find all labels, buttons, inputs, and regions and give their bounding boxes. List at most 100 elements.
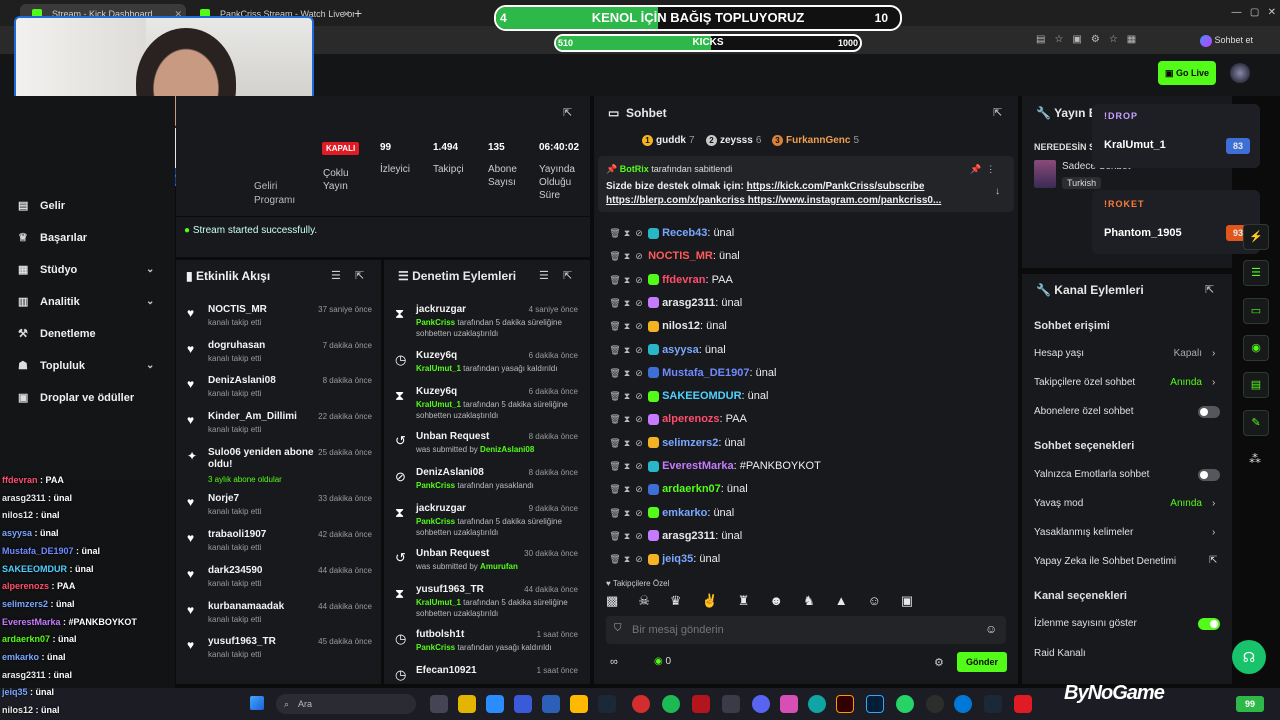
chat-username[interactable]: Mustafa_DE1907: [662, 367, 749, 379]
delete-icon[interactable]: 🗑: [609, 410, 621, 428]
gear-icon[interactable]: ⚙: [934, 656, 944, 669]
ban-icon[interactable]: ⊘: [633, 247, 645, 265]
delete-icon[interactable]: 🗑: [609, 224, 621, 242]
timeout-icon[interactable]: ⧗: [621, 364, 633, 382]
timeout-icon[interactable]: ⧗: [621, 457, 633, 475]
vscode-icon[interactable]: [486, 695, 504, 713]
rail-flash-icon[interactable]: ⚡: [1243, 224, 1269, 250]
ban-icon[interactable]: ⊘: [633, 387, 645, 405]
whatsapp-icon[interactable]: [896, 695, 914, 713]
ban-icon[interactable]: ⊘: [633, 527, 645, 545]
delete-icon[interactable]: 🗑: [609, 527, 621, 545]
toolbar-icons[interactable]: ▤☆▣⚙☆▦: [1036, 34, 1196, 48]
chevron-right-icon[interactable]: ›: [1212, 498, 1215, 509]
rail-broadcast-icon[interactable]: ◉: [1243, 335, 1269, 361]
ban-icon[interactable]: ⊘: [633, 294, 645, 312]
ai-moderation-setting[interactable]: Yapay Zeka ile Sohbet Denetimi: [1034, 556, 1176, 567]
chevron-right-icon[interactable]: ›: [1212, 527, 1215, 538]
timeout-icon[interactable]: ⧗: [621, 271, 633, 289]
delete-icon[interactable]: 🗑: [609, 271, 621, 289]
sidebar-item-3[interactable]: ▦ Stüdyo ⌄: [18, 259, 168, 281]
window-controls[interactable]: — ▢ ✕: [1200, 4, 1277, 22]
app-icon[interactable]: [1014, 695, 1032, 713]
chat-username[interactable]: arasg2311: [662, 297, 715, 309]
emote-bar[interactable]: ▩☠♛✌♜☻♞▲☺▣: [606, 593, 1010, 611]
delete-icon[interactable]: 🗑: [609, 480, 621, 498]
app-icon[interactable]: [514, 695, 532, 713]
instagram-link[interactable]: https://www.instagram.com/pankcriss0...: [748, 195, 942, 206]
chat-username[interactable]: nilos12: [662, 320, 700, 332]
pin-icon[interactable]: 📌 ⋮: [970, 164, 995, 175]
ban-icon[interactable]: ⊘: [633, 317, 645, 335]
go-live-button[interactable]: ▣ Go Live: [1158, 61, 1216, 85]
popout-icon[interactable]: ⇱: [355, 269, 364, 282]
windows-start-icon[interactable]: [250, 696, 264, 710]
close-icon[interactable]: ✕: [342, 4, 350, 24]
discord-icon[interactable]: [752, 695, 770, 713]
timeout-icon[interactable]: ⧗: [621, 480, 633, 498]
timeout-icon[interactable]: ⧗: [621, 410, 633, 428]
chevron-right-icon[interactable]: ›: [1212, 348, 1215, 359]
sidebar-item-2[interactable]: ♕ Başarılar: [18, 227, 168, 249]
chat-input[interactable]: [632, 621, 972, 639]
popout-icon[interactable]: ⇱: [563, 269, 572, 282]
spotify-icon[interactable]: [662, 695, 680, 713]
chevron-right-icon[interactable]: ›: [1212, 377, 1215, 388]
banned-words-setting[interactable]: Yasaklanmış kelimeler: [1034, 527, 1133, 538]
sidebar-item-4[interactable]: ▥ Analitik ⌄: [18, 291, 168, 313]
rail-chat-icon[interactable]: ▭: [1243, 298, 1269, 324]
ban-icon[interactable]: ⊘: [633, 434, 645, 452]
chevron-down-icon[interactable]: ⌄: [146, 355, 154, 377]
rail-layout-icon[interactable]: ▤: [1243, 372, 1269, 398]
chat-username[interactable]: EverestMarka: [662, 460, 734, 472]
timeout-icon[interactable]: ⧗: [621, 434, 633, 452]
app-icon[interactable]: [722, 695, 740, 713]
taskview-icon[interactable]: [430, 695, 448, 713]
subs-only-toggle[interactable]: [1198, 406, 1220, 418]
chevron-down-icon[interactable]: ⌄: [146, 291, 154, 313]
ban-icon[interactable]: ⊘: [633, 550, 645, 568]
ban-icon[interactable]: ⊘: [633, 271, 645, 289]
timeout-icon[interactable]: ⧗: [621, 224, 633, 242]
chat-username[interactable]: Receb43: [662, 227, 707, 239]
timeout-icon[interactable]: ⧗: [621, 504, 633, 522]
taskbar-search[interactable]: ⌕ Ara: [276, 694, 416, 714]
headset-icon[interactable]: ☊: [1232, 640, 1266, 674]
timeout-icon[interactable]: ⧗: [621, 527, 633, 545]
sidebar-item-7[interactable]: ▣ Droplar ve ödüller: [18, 387, 168, 409]
folder-icon[interactable]: [570, 695, 588, 713]
timeout-icon[interactable]: ⧗: [621, 317, 633, 335]
app-icon[interactable]: [808, 695, 826, 713]
delete-icon[interactable]: 🗑: [609, 341, 621, 359]
rail-list-icon[interactable]: ☰: [1243, 260, 1269, 286]
send-button[interactable]: Gönder: [957, 652, 1007, 672]
steam-icon[interactable]: [984, 695, 1002, 713]
new-tab-icon[interactable]: +: [354, 4, 370, 22]
emotes-only-toggle[interactable]: [1198, 469, 1220, 481]
ban-icon[interactable]: ⊘: [633, 410, 645, 428]
chat-username[interactable]: alperenozs: [662, 413, 719, 425]
obs-icon[interactable]: [926, 695, 944, 713]
delete-icon[interactable]: 🗑: [609, 317, 621, 335]
app-icon[interactable]: [780, 695, 798, 713]
chevron-down-icon[interactable]: ⌄: [146, 259, 154, 281]
delete-icon[interactable]: 🗑: [609, 457, 621, 475]
timeout-icon[interactable]: ⧗: [621, 387, 633, 405]
external-link-icon[interactable]: ⇱: [1209, 555, 1217, 566]
app-icon[interactable]: [542, 695, 560, 713]
chat-username[interactable]: selimzers2: [662, 437, 718, 449]
blerp-link[interactable]: https://blerp.com/x/pankcriss: [606, 195, 745, 206]
collapse-icon[interactable]: ↓: [995, 186, 1000, 197]
avatar[interactable]: [1230, 63, 1250, 83]
opera-icon[interactable]: [632, 695, 650, 713]
ban-icon[interactable]: ⊘: [633, 341, 645, 359]
rail-more-icon[interactable]: ⁂: [1249, 452, 1261, 466]
steam-icon[interactable]: [598, 695, 616, 713]
timeout-icon[interactable]: ⧗: [621, 550, 633, 568]
delete-icon[interactable]: 🗑: [609, 387, 621, 405]
popout-icon[interactable]: ⇱: [993, 106, 1002, 119]
chat-username[interactable]: arasg2311: [662, 530, 715, 542]
timeout-icon[interactable]: ⧗: [621, 247, 633, 265]
popout-icon[interactable]: ⇱: [563, 106, 572, 119]
ban-icon[interactable]: ⊘: [633, 364, 645, 382]
